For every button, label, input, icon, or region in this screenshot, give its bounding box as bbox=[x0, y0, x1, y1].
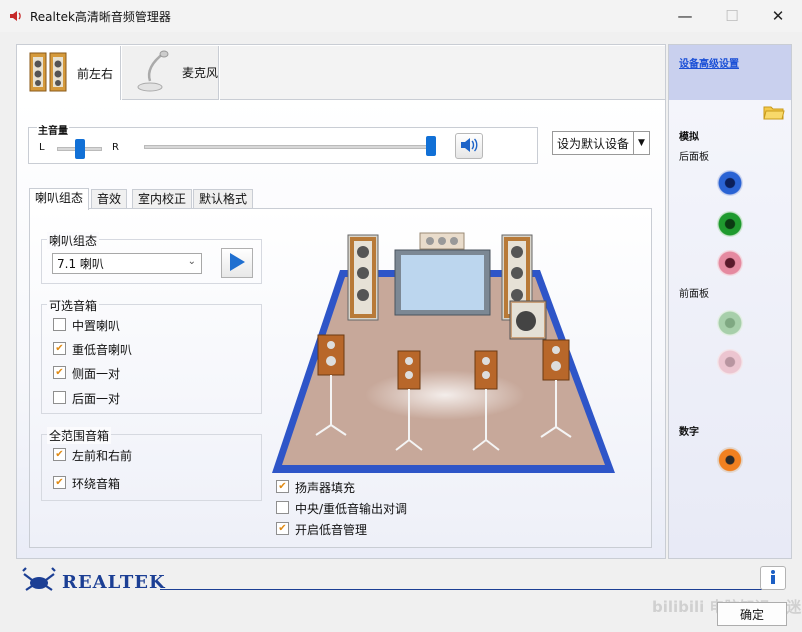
minimize-button[interactable]: — bbox=[662, 0, 708, 32]
folder-icon[interactable] bbox=[763, 103, 785, 124]
tab-default-format[interactable]: 默认格式 bbox=[193, 189, 254, 209]
microphone-icon bbox=[130, 49, 172, 96]
front-lr-label: 左前和右前 bbox=[72, 449, 133, 463]
speaker-fill-label: 扬声器填充 bbox=[295, 481, 356, 495]
chevron-down-icon: ⌄ bbox=[187, 256, 196, 267]
info-icon bbox=[766, 569, 780, 588]
realtek-logo: REALTEK bbox=[20, 566, 166, 599]
bass-management-checkbox[interactable]: ✔ bbox=[276, 522, 289, 535]
digital-out-jack[interactable] bbox=[717, 447, 743, 473]
subwoofer-checkbox[interactable]: ✔ bbox=[53, 342, 66, 355]
speaker-icon bbox=[8, 8, 24, 24]
rear-pair-label: 后面一对 bbox=[72, 392, 121, 406]
center-speaker-label: 中置喇叭 bbox=[72, 319, 121, 333]
green-jack[interactable] bbox=[717, 211, 743, 237]
front-panel-label: 前面板 bbox=[679, 289, 709, 300]
side-pair-checkbox[interactable]: ✔ bbox=[53, 366, 66, 379]
analog-label: 模拟 bbox=[679, 132, 699, 143]
balance-left-label: L bbox=[39, 142, 45, 153]
speaker-config-title: 喇叭组态 bbox=[47, 232, 100, 249]
tab-speaker-config[interactable]: 喇叭组态 bbox=[29, 188, 90, 210]
info-button[interactable] bbox=[760, 566, 786, 590]
crab-icon bbox=[20, 566, 58, 599]
tab-microphone-label: 麦克风 bbox=[182, 66, 219, 80]
speaker-config-value: 7.1 喇叭 bbox=[57, 257, 104, 271]
subwoofer-label: 重低音喇叭 bbox=[72, 343, 133, 357]
connector-panel-header bbox=[669, 45, 791, 100]
back-panel-label: 后面板 bbox=[679, 152, 709, 163]
tab-room-correction[interactable]: 室内校正 bbox=[132, 189, 193, 209]
speaker-fill-checkbox[interactable]: ✔ bbox=[276, 480, 289, 493]
master-volume-title: 主音量 bbox=[37, 122, 69, 137]
advanced-settings-link[interactable]: 设备高级设置 bbox=[679, 55, 739, 70]
tab-microphone[interactable]: 麦克风 bbox=[122, 46, 219, 100]
footer-divider bbox=[160, 589, 762, 590]
set-default-device-button[interactable]: 设为默认设备 ▼ bbox=[552, 131, 650, 155]
play-test-button[interactable] bbox=[221, 248, 253, 278]
tab-strip bbox=[220, 46, 665, 100]
blue-jack[interactable] bbox=[717, 170, 743, 196]
speaker-volume-icon bbox=[459, 137, 479, 156]
pink-jack[interactable] bbox=[717, 250, 743, 276]
optional-speakers-title: 可选音箱 bbox=[47, 297, 100, 314]
mute-button[interactable] bbox=[455, 133, 483, 159]
speaker-room-illustration bbox=[270, 215, 625, 475]
side-pair-label: 侧面一对 bbox=[72, 367, 121, 381]
volume-slider-thumb[interactable] bbox=[426, 136, 436, 156]
speakers-icon bbox=[29, 50, 69, 97]
tab-sound-effects[interactable]: 音效 bbox=[91, 189, 128, 209]
tab-front-label: 前左右 bbox=[77, 66, 114, 81]
center-speaker-checkbox[interactable] bbox=[53, 318, 66, 331]
bass-management-label: 开启低音管理 bbox=[295, 523, 368, 537]
tab-front-speakers[interactable]: 前左右 bbox=[17, 46, 121, 100]
front-pink-jack[interactable] bbox=[717, 349, 743, 375]
speaker-config-select[interactable]: 7.1 喇叭 ⌄ bbox=[52, 253, 202, 274]
front-lr-checkbox[interactable]: ✔ bbox=[53, 448, 66, 461]
realtek-brand: REALTEK bbox=[62, 572, 166, 593]
center-sub-swap-checkbox[interactable] bbox=[276, 501, 289, 514]
ok-button[interactable]: 确定 bbox=[717, 602, 787, 626]
maximize-button: ☐ bbox=[725, 7, 739, 25]
center-sub-swap-label: 中央/重低音输出对调 bbox=[295, 502, 408, 516]
close-button[interactable]: ✕ bbox=[755, 0, 801, 32]
surround-checkbox[interactable]: ✔ bbox=[53, 476, 66, 489]
set-default-device-label: 设为默认设备 bbox=[557, 136, 630, 151]
fullrange-speakers-title: 全范围音箱 bbox=[47, 427, 112, 444]
rear-pair-checkbox[interactable] bbox=[53, 391, 66, 404]
chevron-down-icon[interactable]: ▼ bbox=[633, 132, 649, 154]
front-green-jack[interactable] bbox=[717, 310, 743, 336]
window-title: Realtek高清晰音频管理器 bbox=[30, 10, 171, 24]
balance-right-label: R bbox=[112, 142, 119, 153]
balance-slider-thumb[interactable] bbox=[75, 139, 85, 159]
volume-slider-track[interactable] bbox=[144, 145, 436, 149]
play-icon bbox=[228, 252, 246, 275]
surround-label: 环绕音箱 bbox=[72, 477, 121, 491]
digital-label: 数字 bbox=[679, 427, 699, 438]
